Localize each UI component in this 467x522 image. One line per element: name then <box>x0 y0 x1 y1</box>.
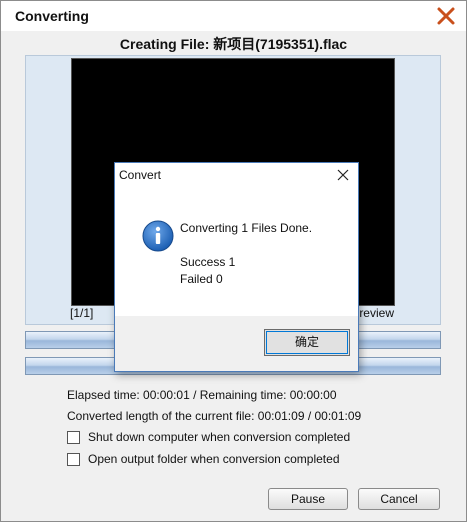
open-folder-option[interactable]: Open output folder when conversion compl… <box>67 451 340 467</box>
shutdown-checkbox[interactable] <box>67 430 80 444</box>
creating-file-heading: Creating File: 新项目(7195351).flac <box>119 36 348 52</box>
close-icon[interactable] <box>436 6 456 26</box>
shutdown-label: Shut down computer when conversion compl… <box>88 430 351 444</box>
shutdown-option[interactable]: Shut down computer when conversion compl… <box>67 429 350 445</box>
dialog-title: Convert <box>119 168 162 182</box>
failed-count: Failed 0 <box>180 272 223 286</box>
convert-dialog: Convert Converting 1 Files Done. Success… <box>114 162 359 372</box>
close-icon[interactable] <box>336 168 350 182</box>
cancel-button[interactable]: Cancel <box>358 488 440 510</box>
pause-button[interactable]: Pause <box>268 488 348 510</box>
success-count: Success 1 <box>180 255 236 269</box>
file-counter: [1/1] <box>70 306 94 320</box>
open-folder-checkbox[interactable] <box>67 452 80 466</box>
dialog-message: Converting 1 Files Done. <box>180 221 313 235</box>
open-folder-label: Open output folder when conversion compl… <box>88 452 340 466</box>
title-bar: Converting <box>1 1 466 31</box>
preview-label: review <box>357 306 394 320</box>
dialog-footer: 确定 <box>115 316 358 371</box>
time-info: Elapsed time: 00:00:01 / Remaining time:… <box>67 388 337 402</box>
info-icon <box>142 220 174 252</box>
ok-button[interactable]: 确定 <box>264 329 350 356</box>
window-title: Converting <box>15 8 89 24</box>
length-info: Converted length of the current file: 00… <box>67 409 362 423</box>
